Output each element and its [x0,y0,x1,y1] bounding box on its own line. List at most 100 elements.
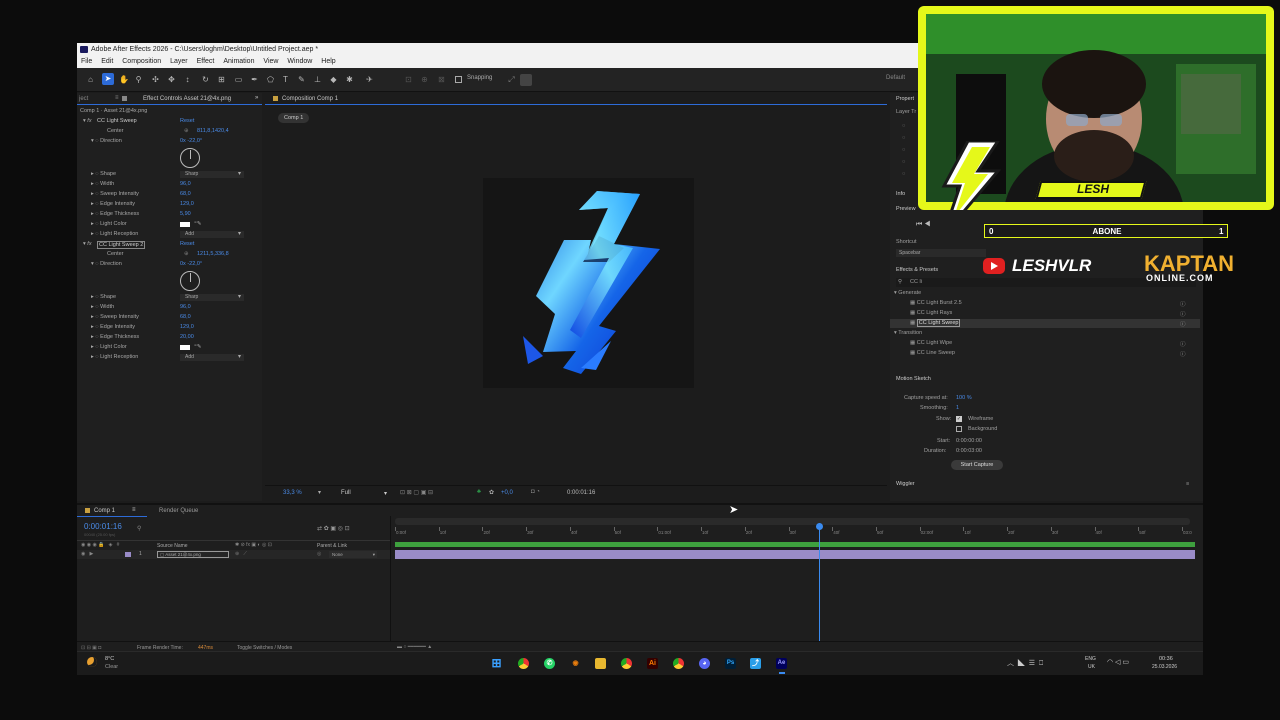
fx1-prop-value[interactable]: 5,90 [180,211,191,217]
current-time[interactable]: 0:00:01:16 [567,490,595,496]
comp-breadcrumb[interactable]: Comp 1 [278,113,310,123]
clone-stamp-icon[interactable]: ⊥ [313,75,322,84]
region-indicator[interactable]: UK [1088,664,1095,670]
fx2-prop-dropdown[interactable]: Add [180,354,244,361]
wireframe-checkbox[interactable]: ✓ [956,416,962,422]
fx1-light-color-swatch[interactable] [180,222,190,227]
start-capture-button[interactable]: Start Capture [951,460,1003,470]
timeline-comp-tab[interactable]: Comp 1 [94,508,115,514]
av-switch-icons[interactable]: ◉ ◉ ◉ 🔒 ◈ # [81,542,119,548]
fx2-prop-value[interactable]: 20,00 [180,334,194,340]
eyedropper-icon[interactable]: ⁼✎ [194,221,202,227]
workspace-label[interactable]: Default [886,75,905,81]
file-explorer-icon[interactable] [595,658,606,669]
illustrator-icon[interactable]: Ai [647,658,658,669]
layer-label-color[interactable] [125,552,131,557]
menu-edit[interactable]: Edit [101,56,113,68]
fx1-direction-value[interactable]: 0x -22,0° [180,138,202,144]
resolution-dropdown[interactable]: Full ▾ [341,490,387,497]
pen-tool-icon[interactable]: ✒ [250,75,259,84]
fx1-prop-value[interactable]: 68,0 [180,191,191,197]
menu-animation[interactable]: Animation [223,56,254,68]
home-icon[interactable]: ⌂ [86,75,95,84]
whatsapp-icon[interactable]: ✆ [544,658,555,669]
fx2-prop-value[interactable]: 129,0 [180,324,194,330]
weather-temp[interactable]: 8°C [105,656,114,662]
menu-view[interactable]: View [263,56,278,68]
fx1-prop-value[interactable]: 129,0 [180,201,194,207]
channel-icon[interactable]: ♣ [477,489,481,495]
playhead-handle[interactable] [816,523,823,530]
preview-controls-icon[interactable]: ⏮ ◀ [916,221,931,229]
group-generate[interactable]: ▾ Generate [894,290,921,296]
color-icon[interactable]: ✿ [489,489,494,496]
after-effects-taskbar-icon[interactable]: Ae [776,658,787,669]
fx2-direction-value[interactable]: 0x -22,0° [180,261,202,267]
snap-options-icon[interactable]: ⤢ [507,75,516,84]
effect-item[interactable]: ▦ CC Light Wipe [910,340,952,346]
brush-tool-icon[interactable]: ✎ [297,75,306,84]
fx2-prop-value[interactable]: 96,0 [180,304,191,310]
snap-grid-icon[interactable] [520,74,532,86]
composition-viewer[interactable] [483,178,694,388]
timeline-tab-menu-icon[interactable]: ≡ [132,507,136,513]
dolly-tool-icon[interactable]: ↕ [183,75,192,84]
layer-switches-icon[interactable]: ⊕ ⟋ [235,551,247,557]
windows-start-icon[interactable]: ⊞ [491,657,502,669]
zoom-slider-icon[interactable]: ▬ ○ ━━━━━━ ▲ [397,644,432,650]
network-volume-icons[interactable]: ◠ ◁ ▭ [1107,658,1129,666]
pickwhip-icon[interactable]: ◎ [317,551,321,557]
work-area-bar[interactable] [395,518,1190,525]
selection-tool-icon[interactable]: ➤ [102,73,114,85]
pan-tool-icon[interactable]: ✥ [167,75,176,84]
timeline-tools-icons[interactable]: ⇄ ✿ ▣ ◎ ⊡ [317,525,350,532]
info-icons[interactable]: ⓘ ⓘ ⓘ ⓘ ⓘ [1180,300,1186,360]
render-queue-tab[interactable]: Render Queue [159,508,198,514]
effect-item[interactable]: ▦ CC Line Sweep [910,350,955,356]
switch-col-icons[interactable]: ✱ ⊘ fx ▣ ◐ ◎ ⊡ [235,542,272,548]
shortcut-dropdown[interactable]: Spacebar [896,249,986,257]
layer-duration-bar[interactable] [395,550,1195,559]
anchor-tool-icon[interactable]: ⊞ [217,75,226,84]
panel-menu-icon[interactable]: ≡ [115,95,119,101]
chrome-profile-icon[interactable] [621,658,632,669]
snapping-checkbox[interactable] [455,76,462,83]
fx1-prop-value[interactable]: 96,0 [180,181,191,187]
composition-tab[interactable]: Composition Comp 1 [282,96,338,102]
layer-name[interactable]: ▢ Asset 21@4x.png [157,551,229,558]
fx2-prop-dropdown[interactable]: Sharp [180,294,244,301]
zoom-value[interactable]: 33,3 % [283,490,302,496]
orbit-tool-icon[interactable]: ✣ [151,75,160,84]
layer-visibility-icon[interactable]: ◉ ▶ [81,551,93,557]
time-ruler[interactable]: 0:00f 10f 20f 30f 40f 50f 01:00f 10f 20f 30f 40f 50… [395,527,1192,539]
effect-item[interactable]: ▦ CC Light Burst 2.5 [910,300,962,306]
menu-file[interactable]: File [81,56,92,68]
fx2-toggle-icon[interactable]: ▾ fx [83,241,92,247]
camera-icon[interactable]: ◘ ◔ [531,489,540,495]
fx1-prop-dropdown[interactable]: Add [180,231,244,238]
puppet-tool-icon[interactable]: ✈ [365,75,374,84]
eraser-tool-icon[interactable]: ◆ [329,75,338,84]
fx1-center-value[interactable]: 811,8,1420,4 [197,128,229,134]
eyedropper-icon[interactable]: ⁼✎ [194,344,202,350]
region-icon[interactable]: ⊡ ⊠ ▢ ▣ ⊟ [400,489,433,496]
parent-dropdown[interactable]: None ▾ [329,551,377,558]
fx2-prop-value[interactable]: 68,0 [180,314,191,320]
clock-date[interactable]: 25.03.2026 [1152,664,1177,670]
axis-local-icon[interactable]: ⊡ [404,75,413,84]
menu-effect[interactable]: Effect [197,56,215,68]
fx2-name[interactable]: CC Light Sweep 2 [97,241,146,249]
weather-text[interactable]: Clear [105,664,118,670]
menu-help[interactable]: Help [321,56,335,68]
hand-tool-icon[interactable]: ✋ [119,75,129,84]
blender-icon[interactable]: ◉ [570,658,581,669]
discord-icon[interactable]: ◕ [699,658,710,669]
transform-toggles-icon[interactable]: ◌ ◌ ◌ ◌ ◌ [902,120,905,180]
fx2-direction-dial[interactable] [180,271,200,291]
effect-controls-tab[interactable]: Effect Controls Asset 21@4x.png [143,96,231,102]
chrome-icon[interactable] [518,658,529,669]
lang-indicator[interactable]: ENG [1085,656,1096,662]
exposure-value[interactable]: +0,0 [501,490,513,496]
background-checkbox[interactable] [956,426,962,432]
fx2-light-color-swatch[interactable] [180,345,190,350]
